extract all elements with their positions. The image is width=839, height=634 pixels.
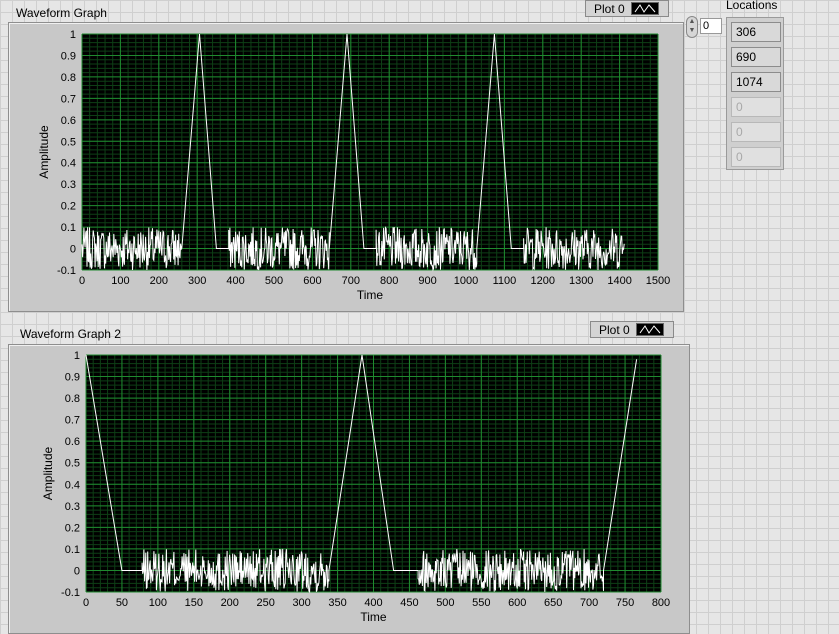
x-tick-label: 600 <box>508 597 526 609</box>
y-tick-label: 0.1 <box>65 544 80 556</box>
x-tick-label: 450 <box>400 597 418 609</box>
y-tick-label: 0.4 <box>65 479 80 491</box>
graph2-plot-svg: 0 50 100 150 200 250 300 350 400 450 500 550 600 650 7… <box>41 350 670 624</box>
x-tick-label: 100 <box>149 597 167 609</box>
y-tick-label: 0.2 <box>65 522 80 534</box>
location-value[interactable]: 306 <box>731 22 781 42</box>
x-tick-label: 200 <box>221 597 239 609</box>
x-axis-label: Time <box>360 610 387 624</box>
location-value[interactable]: 0 <box>731 147 781 167</box>
x-tick-label: 400 <box>364 597 382 609</box>
x-tick-label: 350 <box>328 597 346 609</box>
location-value[interactable]: 0 <box>731 122 781 142</box>
x-tick-label: 800 <box>652 597 670 609</box>
x-tick-label: 750 <box>616 597 634 609</box>
x-tick-label: 700 <box>580 597 598 609</box>
x-tick-label: 0 <box>83 597 89 609</box>
location-value[interactable]: 1074 <box>731 72 781 92</box>
index-spinner[interactable]: ▲ ▼ <box>686 16 698 38</box>
y-tick-label: 0.8 <box>65 393 80 405</box>
x-tick-label: 150 <box>185 597 203 609</box>
array-index-control[interactable]: ▲ ▼ 0 <box>686 16 724 38</box>
y-tick-label: 1 <box>74 350 80 362</box>
y-tick-label: 0.3 <box>65 501 80 513</box>
location-value[interactable]: 0 <box>731 97 781 117</box>
x-tick-label: 550 <box>472 597 490 609</box>
x-tick-label: 650 <box>544 597 562 609</box>
location-value[interactable]: 690 <box>731 47 781 67</box>
x-tick-label: 50 <box>116 597 128 609</box>
index-value[interactable]: 0 <box>700 18 722 34</box>
y-tick-label: -0.1 <box>61 587 80 599</box>
y-tick-label: 0.5 <box>65 458 80 470</box>
y-tick-label: 0.9 <box>65 372 80 384</box>
y-tick-label: 0 <box>74 565 80 577</box>
y-tick-label: 0.7 <box>65 415 80 427</box>
locations-title: Locations <box>726 0 778 12</box>
locations-array[interactable]: 306 690 1074 0 0 0 <box>726 17 784 170</box>
y-tick-label: 0.6 <box>65 436 80 448</box>
x-tick-label: 500 <box>436 597 454 609</box>
x-tick-label: 300 <box>292 597 310 609</box>
x-tick-label: 250 <box>257 597 275 609</box>
y-axis-label: Amplitude <box>41 447 55 501</box>
